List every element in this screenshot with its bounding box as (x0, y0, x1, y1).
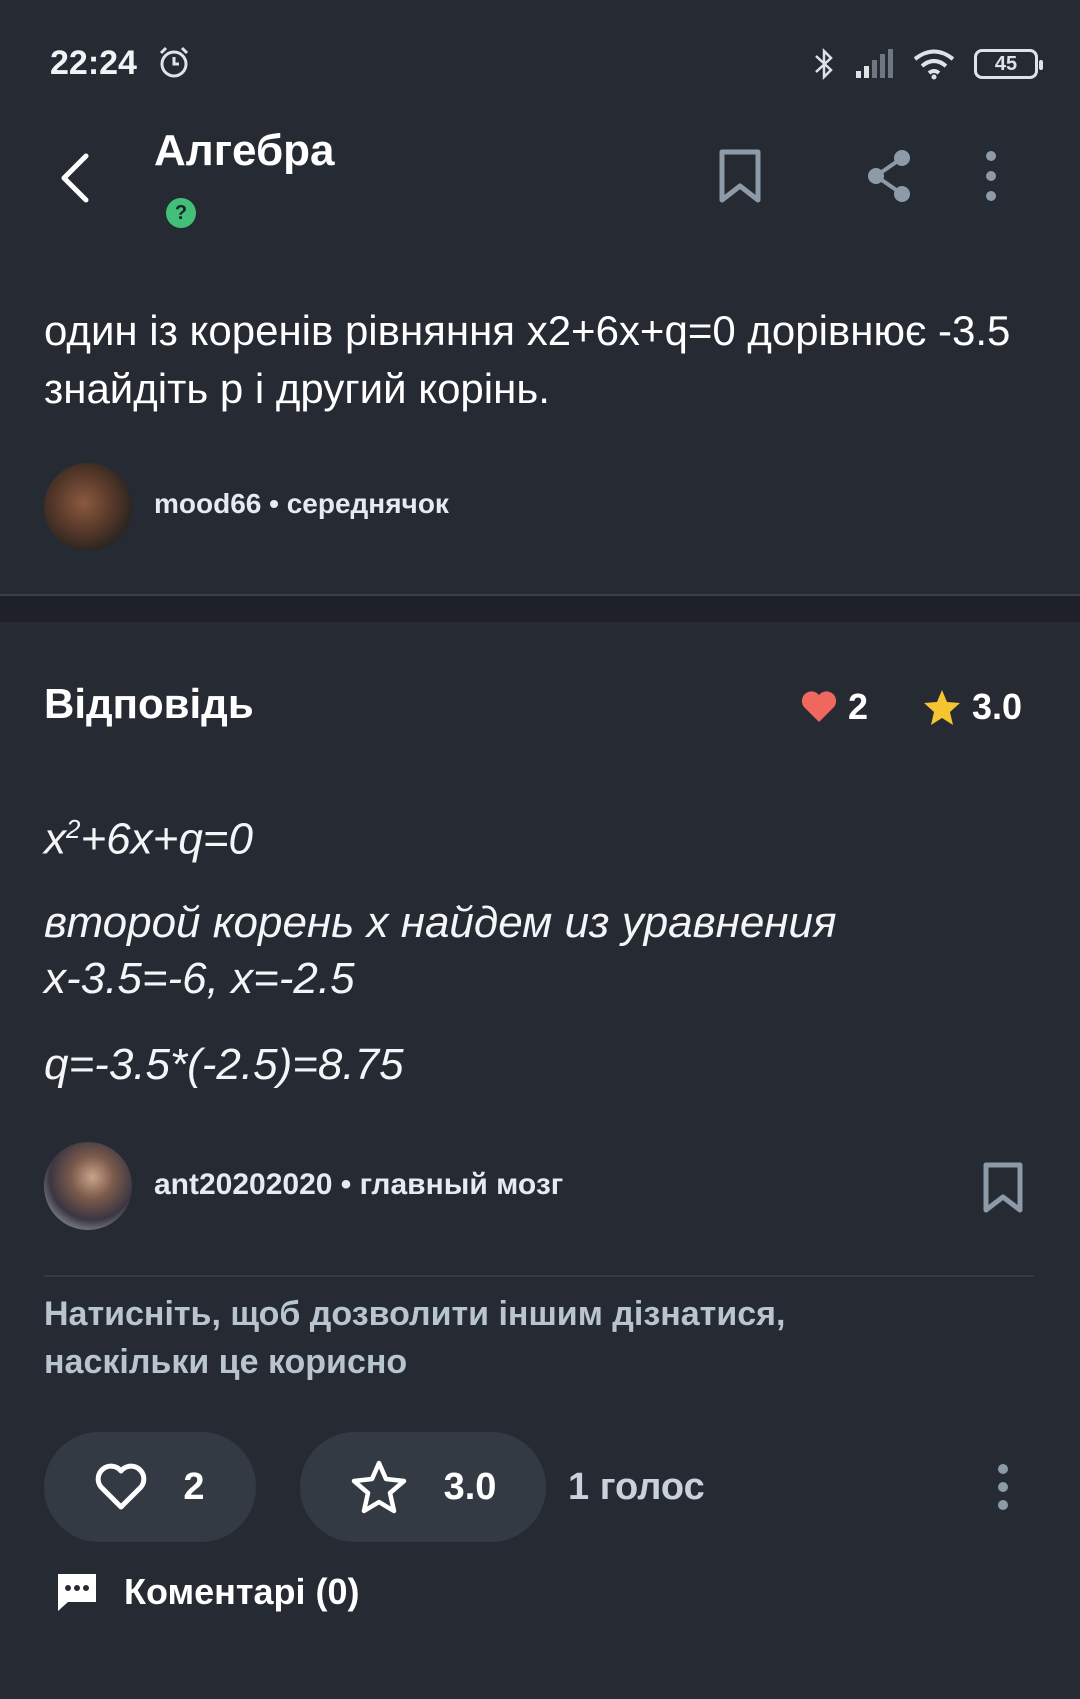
rate-value: 3.0 (443, 1465, 497, 1508)
battery-level: 45 (994, 52, 1018, 75)
asker-avatar[interactable] (44, 463, 132, 551)
star-icon (924, 690, 960, 725)
thanks-count: 2 (183, 1465, 205, 1508)
equation-exponent: 2 (66, 814, 81, 844)
votes-count: 1 голос (568, 1466, 705, 1508)
comment-icon (58, 1574, 96, 1611)
rate-button[interactable]: 3.0 (300, 1432, 546, 1542)
asker-name-rank[interactable]: mood66 • середнячок (154, 488, 449, 520)
answer-equation: x2+6x+q=0 (44, 814, 253, 865)
answer-line: q=-3.5*(-2.5)=8.75 (44, 1040, 404, 1089)
more-options-icon[interactable] (976, 146, 1006, 206)
rate-prompt-text: Натисніть, щоб дозволити іншим дізнатися… (44, 1295, 786, 1381)
heart-icon (801, 691, 837, 722)
comments-label: Коментарі (0) (124, 1571, 360, 1612)
star-outline-icon (351, 1460, 406, 1514)
divider (44, 1275, 1034, 1277)
answer-heading: Відповідь (44, 680, 254, 727)
share-icon[interactable] (862, 146, 918, 206)
battery-indicator: 45 (974, 49, 1043, 79)
comments-link[interactable]: Коментарі (0) (54, 1570, 360, 1614)
equation-x: x (44, 814, 66, 864)
rating-summary: 3.0 (922, 682, 1022, 732)
back-button[interactable] (52, 148, 102, 208)
alarm-icon (159, 46, 189, 78)
likes-summary: 2 (800, 682, 868, 732)
status-time: 22:24 (50, 44, 137, 82)
answerer-name-rank[interactable]: ant20202020 • главный мозг (154, 1168, 563, 1202)
signal-icon (856, 49, 893, 78)
answer-line: второй корень х найдем из уравнения (44, 898, 837, 947)
answer-line: х-3.5=-6, х=-2.5 (44, 954, 355, 1003)
wifi-icon (913, 49, 955, 80)
rating-value: 3.0 (972, 686, 1023, 727)
bookmark-answer-icon[interactable] (978, 1160, 1028, 1216)
page-title: Алгебра (154, 126, 335, 175)
question-badge-icon: ? (166, 198, 196, 228)
likes-count: 2 (848, 686, 869, 727)
section-divider (0, 594, 1080, 622)
bookmark-icon[interactable] (712, 146, 768, 206)
answerer-avatar[interactable] (44, 1142, 132, 1230)
bluetooth-icon (815, 47, 833, 81)
equation-rest: +6x+q=0 (80, 814, 253, 864)
heart-outline-icon (96, 1463, 147, 1510)
question-text: один із коренів рівняння x2+6x+q=0 дорів… (44, 307, 1011, 412)
answer-more-icon[interactable] (988, 1462, 1018, 1512)
thanks-button[interactable]: 2 (44, 1432, 256, 1542)
status-icons: 45 (812, 44, 1043, 84)
